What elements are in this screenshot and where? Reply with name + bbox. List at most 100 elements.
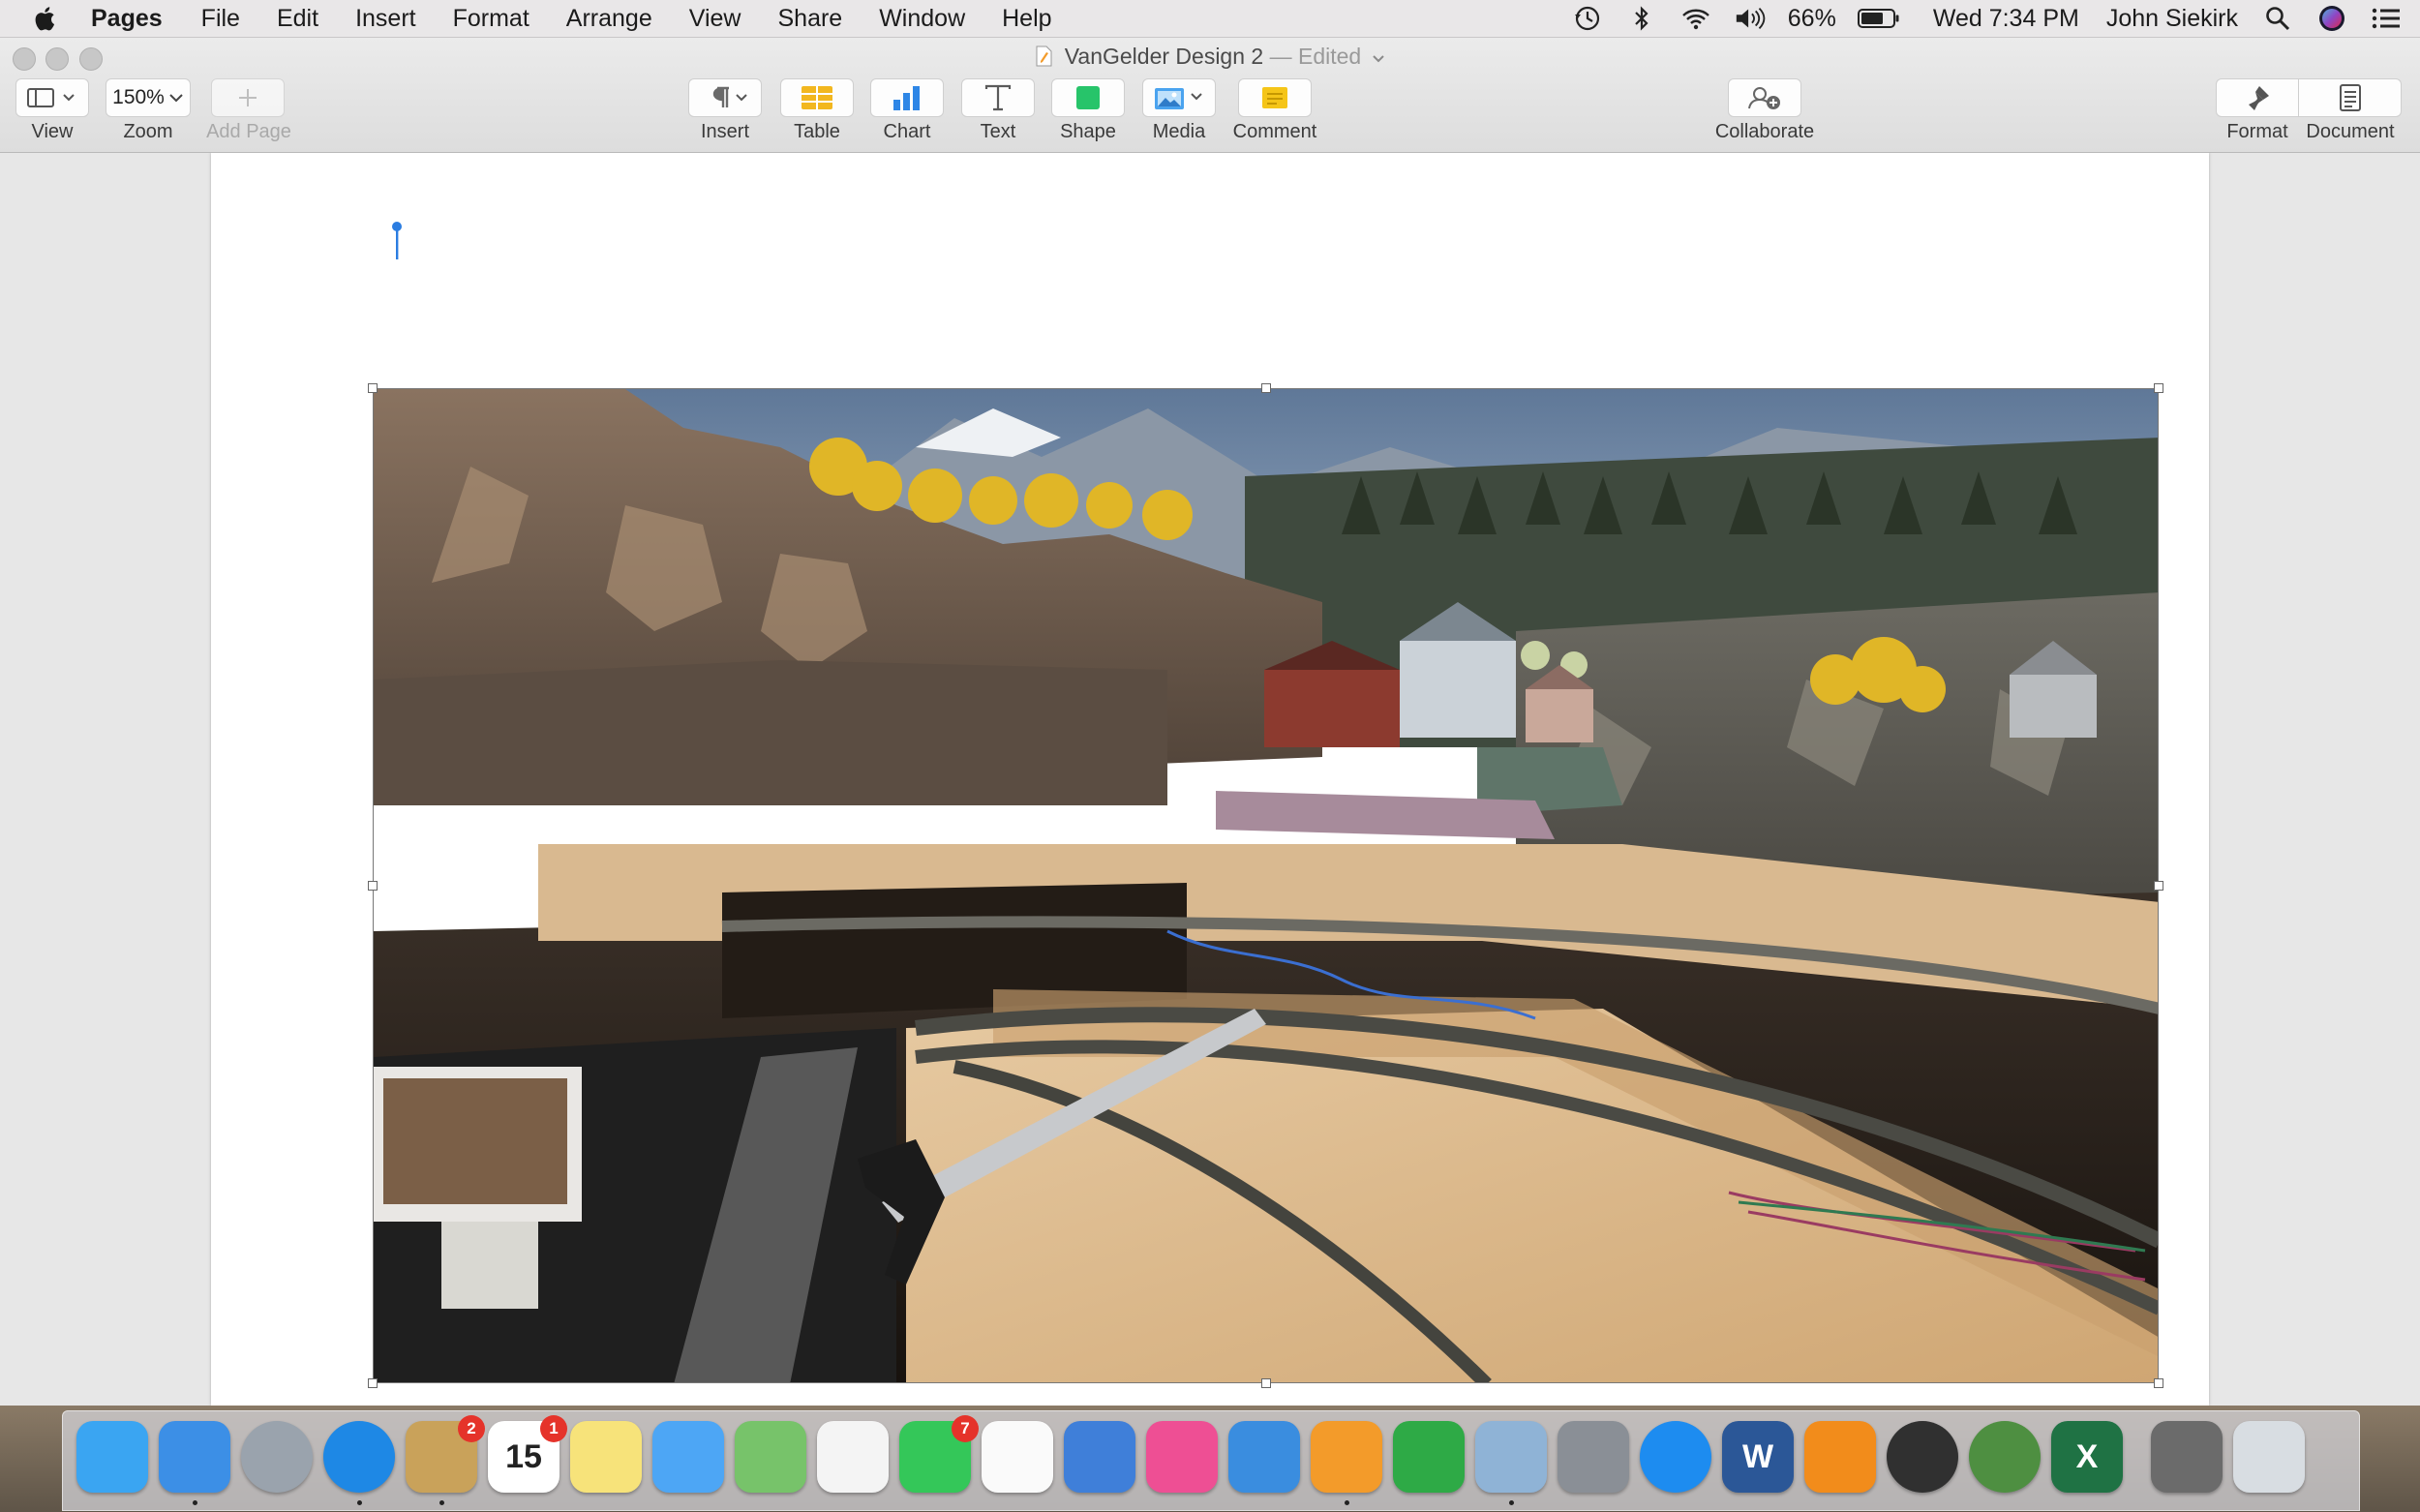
media-label: Media bbox=[1152, 121, 1206, 142]
insert-label: Insert bbox=[700, 121, 750, 142]
zoom-chevron-down-icon bbox=[169, 94, 183, 103]
menu-insert[interactable]: Insert bbox=[355, 5, 416, 33]
add-page-label: Add Page bbox=[206, 121, 291, 142]
document-page[interactable] bbox=[211, 153, 2209, 1406]
menu-bar: Pages File Edit Insert Format Arrange Vi… bbox=[0, 0, 2420, 38]
text-box-icon bbox=[984, 84, 1012, 111]
dock-numbers-icon[interactable] bbox=[1393, 1421, 1465, 1493]
dock-itunes-icon[interactable] bbox=[1146, 1421, 1218, 1493]
table-label: Table bbox=[794, 121, 840, 142]
text-button[interactable] bbox=[961, 78, 1035, 117]
shape-label: Shape bbox=[1060, 121, 1116, 142]
dock-running-indicator bbox=[357, 1500, 362, 1505]
sidebar-view-icon bbox=[27, 88, 75, 107]
menu-window[interactable]: Window bbox=[879, 5, 965, 33]
comment-label: Comment bbox=[1232, 121, 1317, 142]
view-button[interactable] bbox=[15, 78, 89, 117]
zoom-dropdown[interactable]: 150% bbox=[106, 78, 191, 117]
dock-excel-text: X bbox=[2075, 1437, 2099, 1475]
shape-button[interactable] bbox=[1051, 78, 1125, 117]
insert-button[interactable] bbox=[688, 78, 762, 117]
dock-app-store-icon[interactable] bbox=[1640, 1421, 1711, 1493]
pages-window: VanGelder Design 2 — Edited View 150% Zo… bbox=[0, 38, 2420, 1406]
document-inspector-icon bbox=[2339, 84, 2361, 111]
dock-word-icon[interactable]: W bbox=[1722, 1421, 1794, 1493]
dock-messages-alt-icon[interactable] bbox=[76, 1421, 148, 1493]
bluetooth-icon[interactable] bbox=[1625, 4, 1658, 33]
model-railroad-photo[interactable] bbox=[373, 388, 2159, 1383]
dock-reminders-icon[interactable] bbox=[982, 1421, 1053, 1493]
siri-icon[interactable] bbox=[2315, 4, 2348, 33]
dock-photos-icon[interactable] bbox=[817, 1421, 889, 1493]
resize-handle-bottom-right[interactable] bbox=[2154, 1378, 2163, 1388]
format-button[interactable] bbox=[2216, 78, 2299, 117]
collaborate-button[interactable] bbox=[1728, 78, 1801, 117]
menu-format[interactable]: Format bbox=[453, 5, 529, 33]
menu-clock[interactable]: Wed 7:34 PM bbox=[1933, 5, 2079, 33]
dock-deluxe-icon[interactable] bbox=[1969, 1421, 2041, 1493]
dock-image-thumb-icon[interactable] bbox=[2151, 1421, 2223, 1493]
dock-pages-icon[interactable] bbox=[1311, 1421, 1382, 1493]
menu-arrange[interactable]: Arrange bbox=[566, 5, 652, 33]
resize-handle-bottom-left[interactable] bbox=[368, 1378, 378, 1388]
collaborate-label: Collaborate bbox=[1714, 121, 1815, 142]
volume-icon[interactable] bbox=[1734, 4, 1767, 33]
dock-excel-icon[interactable]: X bbox=[2051, 1421, 2123, 1493]
battery-icon[interactable] bbox=[1857, 4, 1900, 33]
document-edited-status: — Edited bbox=[1269, 44, 1362, 69]
dock-safari-icon[interactable] bbox=[323, 1421, 395, 1493]
dock-facetime-icon[interactable]: 7 bbox=[899, 1415, 979, 1493]
table-button[interactable] bbox=[780, 78, 854, 117]
document-name: VanGelder Design 2 bbox=[1064, 44, 1264, 69]
resize-handle-bottom-center[interactable] bbox=[1261, 1378, 1271, 1388]
media-button[interactable] bbox=[1142, 78, 1216, 117]
apple-menu-icon[interactable] bbox=[33, 4, 58, 33]
resize-handle-middle-left[interactable] bbox=[368, 881, 378, 891]
menu-view[interactable]: View bbox=[689, 5, 741, 33]
photo-image bbox=[374, 389, 2158, 1382]
resize-handle-top-right[interactable] bbox=[2154, 383, 2163, 393]
wifi-icon[interactable] bbox=[1679, 4, 1712, 33]
text-insertion-cursor bbox=[392, 222, 402, 259]
chart-icon bbox=[893, 86, 920, 110]
time-machine-icon[interactable] bbox=[1571, 4, 1604, 33]
dock-word-text: W bbox=[1741, 1437, 1774, 1475]
add-page-button[interactable] bbox=[211, 78, 285, 117]
menu-user[interactable]: John Siekirk bbox=[2106, 5, 2238, 33]
dock-finder-icon[interactable] bbox=[159, 1421, 230, 1493]
menu-app-name[interactable]: Pages bbox=[91, 5, 163, 33]
dock-running-indicator bbox=[193, 1500, 197, 1505]
dock-maps-icon[interactable] bbox=[735, 1421, 806, 1493]
title-chevron-down-icon[interactable] bbox=[1372, 54, 1385, 64]
document-title[interactable]: VanGelder Design 2 — Edited bbox=[0, 44, 2420, 70]
dock-trash-icon[interactable] bbox=[2233, 1421, 2305, 1493]
document-canvas[interactable] bbox=[0, 153, 2420, 1406]
dock-preview-icon[interactable] bbox=[1475, 1421, 1547, 1493]
dock-system-preferences-icon[interactable] bbox=[1558, 1421, 1629, 1493]
comment-button[interactable] bbox=[1238, 78, 1312, 117]
dock-photo-booth-icon[interactable] bbox=[1887, 1421, 1958, 1493]
menu-share[interactable]: Share bbox=[777, 5, 842, 33]
resize-handle-top-left[interactable] bbox=[368, 383, 378, 393]
dock-keynote-icon[interactable] bbox=[1228, 1421, 1300, 1493]
dock-mail-alt-badge: 2 bbox=[458, 1415, 485, 1442]
shape-icon bbox=[1076, 86, 1100, 109]
dock-notes-icon[interactable] bbox=[570, 1421, 642, 1493]
resize-handle-top-center[interactable] bbox=[1261, 383, 1271, 393]
menu-file[interactable]: File bbox=[201, 5, 240, 33]
dock-messages-icon[interactable] bbox=[652, 1421, 724, 1493]
dock-calendar-icon[interactable]: 15 1 bbox=[488, 1415, 567, 1493]
dock: 2 15 1 7 W X bbox=[62, 1410, 2360, 1511]
menu-edit[interactable]: Edit bbox=[277, 5, 318, 33]
search-icon[interactable] bbox=[2261, 4, 2294, 33]
document-button[interactable] bbox=[2299, 78, 2402, 117]
dock-mail-alt-icon[interactable]: 2 bbox=[406, 1415, 485, 1493]
menu-help[interactable]: Help bbox=[1002, 5, 1051, 33]
dock-launchpad-icon[interactable] bbox=[241, 1421, 313, 1493]
notification-center-icon[interactable] bbox=[2370, 4, 2403, 33]
resize-handle-middle-right[interactable] bbox=[2154, 881, 2163, 891]
dock-migration-icon[interactable] bbox=[1064, 1421, 1135, 1493]
chart-label: Chart bbox=[883, 121, 931, 142]
chart-button[interactable] bbox=[870, 78, 944, 117]
dock-books-icon[interactable] bbox=[1804, 1421, 1876, 1493]
